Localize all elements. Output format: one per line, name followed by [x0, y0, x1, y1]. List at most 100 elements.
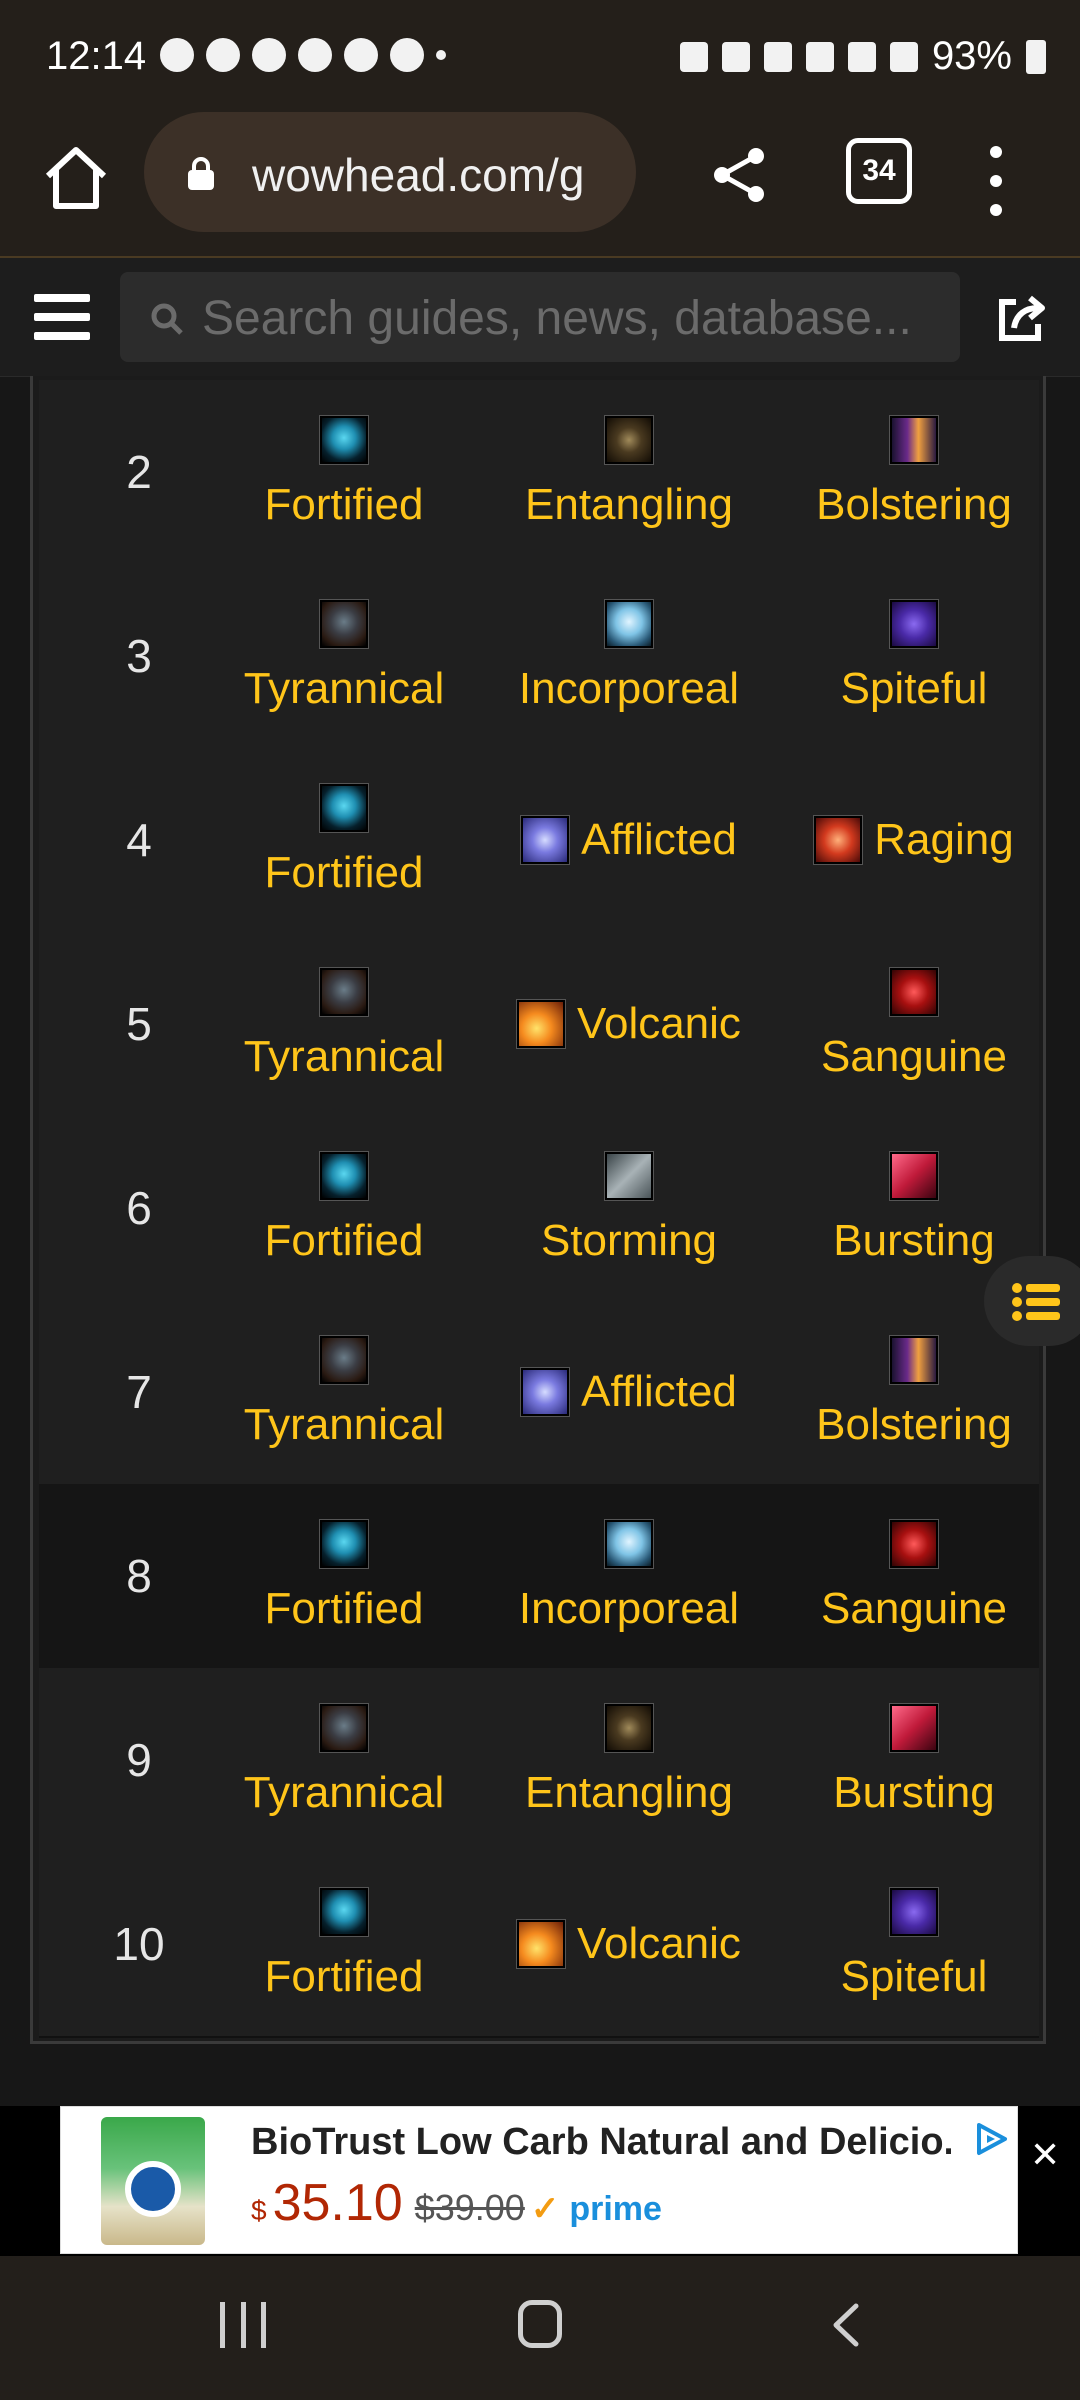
affix-link[interactable]: Bursting: [789, 1768, 1039, 1818]
afflicted-icon[interactable]: [521, 1368, 570, 1416]
recent-line: [240, 2302, 246, 2348]
share-button[interactable]: [704, 140, 774, 210]
affix-link[interactable]: Tyrannical: [219, 1768, 469, 1818]
tyrannical-icon[interactable]: [320, 968, 368, 1016]
affix-link[interactable]: Incorporeal: [489, 664, 769, 714]
tyrannical-icon[interactable]: [320, 1336, 368, 1384]
account-icon: [344, 38, 378, 72]
affix-link[interactable]: Tyrannical: [219, 664, 469, 714]
bursting-icon[interactable]: [890, 1152, 938, 1200]
tyrannical-icon[interactable]: [320, 600, 368, 648]
discord-icon: [252, 38, 286, 72]
address-bar[interactable]: wowhead.com/g: [144, 112, 636, 232]
ad-price-row: $ 35.10 $39.00 ✓ prime: [251, 2173, 662, 2233]
keystone-level: 4: [126, 814, 152, 866]
keystone-level: 5: [126, 998, 152, 1050]
bursting-icon[interactable]: [890, 1704, 938, 1752]
incorporeal-icon[interactable]: [605, 1520, 653, 1568]
affix-link[interactable]: Volcanic: [577, 1919, 741, 1969]
affix-link[interactable]: Tyrannical: [219, 1032, 469, 1082]
affix-link[interactable]: Spiteful: [789, 1952, 1039, 2002]
discord-icon: [298, 38, 332, 72]
more-options-button[interactable]: [984, 146, 1008, 216]
fortified-icon[interactable]: [320, 1520, 368, 1568]
home-button[interactable]: [40, 142, 112, 214]
dnd-icon: [679, 41, 708, 72]
affix-link[interactable]: Fortified: [219, 1952, 469, 2002]
affix-cell: Fortified: [219, 748, 469, 932]
ad-title[interactable]: BioTrust Low Carb Natural and Delicio.: [251, 2121, 951, 2164]
table-row: 6 Fortified Storming Bursting: [39, 1116, 1039, 1302]
affix-cell: Storming: [489, 1116, 769, 1300]
affix-link[interactable]: Fortified: [219, 1216, 469, 1266]
storming-icon[interactable]: [605, 1152, 653, 1200]
affix-link[interactable]: Sanguine: [789, 1584, 1039, 1634]
fortified-icon[interactable]: [320, 1152, 368, 1200]
prime-check-icon: ✓: [530, 2190, 560, 2228]
sanguine-icon[interactable]: [890, 968, 938, 1016]
ad-card[interactable]: BioTrust Low Carb Natural and Delicio. $…: [60, 2106, 1018, 2254]
table-row: 10 Fortified Volcanic Spiteful: [39, 1852, 1039, 2038]
table-of-contents-button[interactable]: [984, 1256, 1080, 1346]
menu-line: [34, 313, 90, 321]
volcanic-icon[interactable]: [517, 1920, 566, 1968]
sanguine-icon[interactable]: [890, 1520, 938, 1568]
bolstering-icon[interactable]: [890, 416, 938, 464]
recent-apps-button[interactable]: [220, 2302, 266, 2348]
url-text[interactable]: wowhead.com/g: [252, 148, 622, 202]
incorporeal-icon[interactable]: [605, 600, 653, 648]
prime-badge: prime: [569, 2190, 662, 2228]
fortified-icon[interactable]: [320, 416, 368, 464]
site-search[interactable]: [120, 272, 960, 364]
menu-button[interactable]: [34, 294, 90, 340]
afflicted-icon[interactable]: [521, 816, 570, 864]
dot: [990, 146, 1002, 158]
back-button[interactable]: [826, 2302, 866, 2348]
signal-icon: [889, 41, 918, 72]
ad-close-button[interactable]: ✕: [1030, 2137, 1060, 2173]
more-notifications-icon: [436, 50, 446, 60]
entangling-icon[interactable]: [605, 416, 653, 464]
keystone-level: 9: [126, 1734, 152, 1786]
adchoices-icon[interactable]: [973, 2121, 1009, 2157]
affix-link[interactable]: Afflicted: [581, 815, 737, 865]
share-page-button[interactable]: [994, 290, 1050, 346]
affix-link[interactable]: Bursting: [789, 1216, 1039, 1266]
affix-link[interactable]: Tyrannical: [219, 1400, 469, 1450]
bolstering-icon[interactable]: [890, 1336, 938, 1384]
affix-link[interactable]: Storming: [489, 1216, 769, 1266]
affix-link[interactable]: Sanguine: [789, 1032, 1039, 1082]
affix-link[interactable]: Entangling: [489, 1768, 769, 1818]
nav-home-button[interactable]: [518, 2300, 562, 2348]
fortified-icon[interactable]: [320, 784, 368, 832]
spiteful-icon[interactable]: [890, 1888, 938, 1936]
search-icon: [151, 303, 183, 335]
affix-link[interactable]: Volcanic: [577, 999, 741, 1049]
entangling-icon[interactable]: [605, 1704, 653, 1752]
affix-link[interactable]: Raging: [874, 815, 1013, 865]
menu-line: [34, 332, 90, 340]
fortified-icon[interactable]: [320, 1888, 368, 1936]
search-input[interactable]: [200, 272, 944, 364]
ad-price: 35.10: [272, 2174, 403, 2232]
affix-link[interactable]: Fortified: [219, 480, 469, 530]
keystone-level: 6: [126, 1182, 152, 1234]
affix-link[interactable]: Spiteful: [789, 664, 1039, 714]
table-row: 5 Tyrannical Volcanic Sanguine: [39, 932, 1039, 1118]
affix-link[interactable]: Bolstering: [789, 480, 1039, 530]
table-row: 3 Tyrannical Incorporeal Spiteful: [39, 564, 1039, 750]
affix-link[interactable]: Entangling: [489, 480, 769, 530]
tab-switcher-button[interactable]: 34: [846, 138, 912, 204]
tyrannical-icon[interactable]: [320, 1704, 368, 1752]
product-logo: [125, 2161, 181, 2217]
affix-cell: Volcanic: [489, 1852, 769, 2036]
affix-link[interactable]: Fortified: [219, 848, 469, 898]
affix-link[interactable]: Bolstering: [789, 1400, 1039, 1450]
affix-link[interactable]: Afflicted: [581, 1367, 737, 1417]
product-image[interactable]: [101, 2117, 205, 2245]
raging-icon[interactable]: [814, 816, 863, 864]
affix-link[interactable]: Fortified: [219, 1584, 469, 1634]
spiteful-icon[interactable]: [890, 600, 938, 648]
volcanic-icon[interactable]: [517, 1000, 566, 1048]
affix-link[interactable]: Incorporeal: [489, 1584, 769, 1634]
